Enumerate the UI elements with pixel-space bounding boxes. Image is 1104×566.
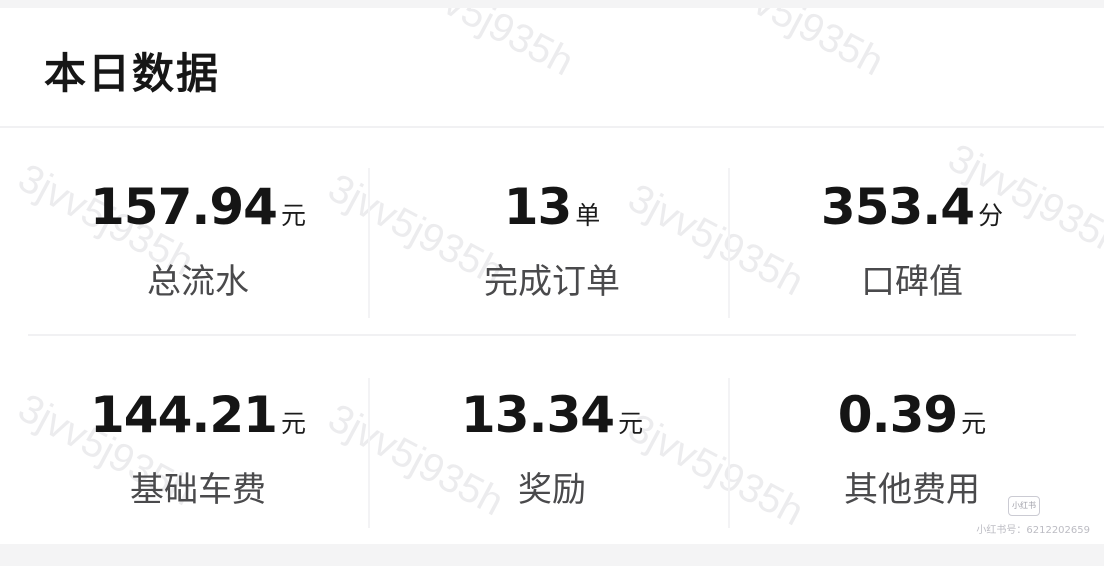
watermark: 3jvv5j935h xyxy=(391,8,581,85)
stat-label: 完成订单 xyxy=(484,262,620,302)
stat-unit: 单 xyxy=(575,201,601,230)
stats-grid: 157.94 元 总流水 13 单 完成订单 353.4 分 口碑值 144.21 元 … xyxy=(0,128,1104,544)
stat-reputation-score[interactable]: 353.4 分 口碑值 xyxy=(732,128,1092,328)
watermark: 3jvv5j935h xyxy=(701,8,891,85)
stat-base-fare[interactable]: 144.21 元 基础车费 xyxy=(18,336,378,536)
stat-unit: 分 xyxy=(978,201,1004,230)
stat-label: 基础车费 xyxy=(130,470,266,510)
stat-total-revenue[interactable]: 157.94 元 总流水 xyxy=(18,128,378,328)
stat-label: 奖励 xyxy=(518,470,586,510)
stat-value: 13.34 xyxy=(460,386,615,444)
stat-unit: 元 xyxy=(961,409,987,438)
stat-unit: 元 xyxy=(618,409,644,438)
stat-value: 353.4 xyxy=(820,178,975,236)
stat-value: 144.21 xyxy=(90,386,278,444)
stat-label: 口碑值 xyxy=(861,262,963,302)
today-data-card: 3jvv5j935h 3jvv5j935h 3jvv5j935h 3jvv5j9… xyxy=(0,8,1104,544)
stat-unit: 元 xyxy=(280,201,306,230)
page-title: 本日数据 xyxy=(44,49,221,98)
stat-value: 0.39 xyxy=(837,386,958,444)
stat-bonus[interactable]: 13.34 元 奖励 xyxy=(372,336,732,536)
stat-value: 157.94 xyxy=(90,178,278,236)
xiaohongshu-logo: 小红书 xyxy=(1008,496,1040,516)
stat-unit: 元 xyxy=(280,409,306,438)
stat-label: 总流水 xyxy=(147,262,249,302)
account-watermark: 小红书号：6212202659 xyxy=(976,525,1090,536)
stat-value: 13 xyxy=(503,178,573,236)
stat-completed-orders[interactable]: 13 单 完成订单 xyxy=(372,128,732,328)
